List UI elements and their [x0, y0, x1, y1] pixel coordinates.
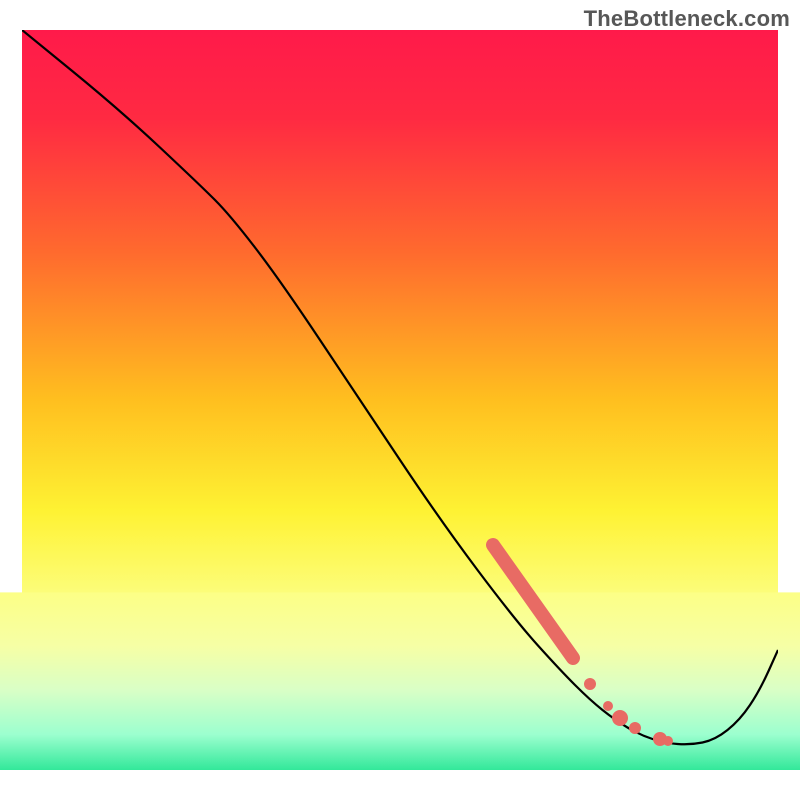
- curve-dot: [629, 722, 641, 734]
- bottleneck-chart: [0, 0, 800, 800]
- curve-dot: [663, 736, 673, 746]
- curve-dot: [612, 710, 628, 726]
- curve-dot: [584, 678, 596, 690]
- chart-stage: TheBottleneck.com: [0, 0, 800, 800]
- watermark-text: TheBottleneck.com: [584, 6, 790, 32]
- curve-dot: [603, 701, 613, 711]
